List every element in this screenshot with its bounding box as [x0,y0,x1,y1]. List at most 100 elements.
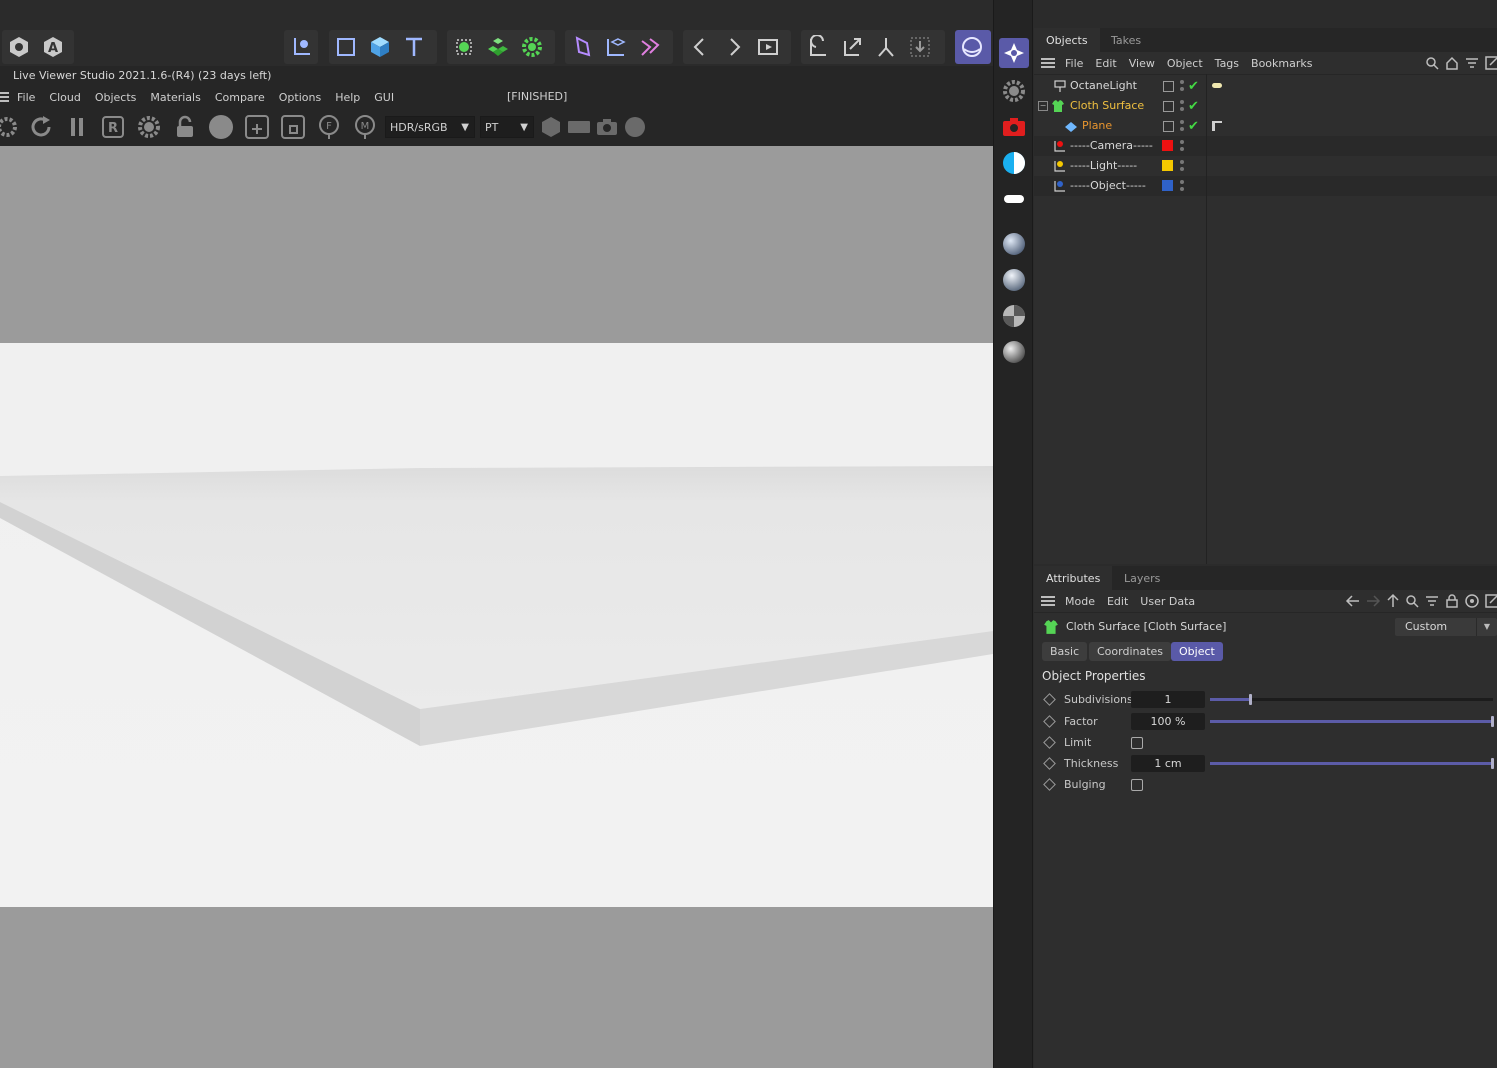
octane-settings-icon[interactable] [999,76,1029,106]
lv-menu-objects[interactable]: Objects [95,91,137,104]
object-row-light-null[interactable]: -----Light----- [1034,156,1497,176]
keyframe-diamond-icon[interactable] [1043,715,1056,728]
menu-icon[interactable] [0,92,9,102]
text-tool-icon[interactable] [397,30,431,64]
edit-icon[interactable] [1163,81,1174,92]
focus-region-icon[interactable] [278,112,308,142]
hex-settings-icon[interactable] [2,30,36,64]
slider-handle[interactable] [1249,694,1252,705]
axis-split-icon[interactable] [869,30,903,64]
mix-material-icon[interactable] [999,301,1029,331]
film-icon[interactable] [564,112,594,142]
diffuse-material-icon[interactable] [999,229,1029,259]
settings-gear-icon[interactable] [0,112,22,142]
collapse-icon[interactable]: − [1038,101,1048,111]
menu-icon[interactable] [1041,58,1055,68]
camera-icon[interactable] [592,112,622,142]
thickness-slider[interactable] [1210,758,1494,769]
scale-axis-icon[interactable] [835,30,869,64]
subtab-coordinates[interactable]: Coordinates [1089,642,1172,661]
restart-render-icon[interactable] [26,112,56,142]
limit-checkbox[interactable] [1131,737,1143,749]
cube-icon[interactable] [363,30,397,64]
null-object-icon[interactable] [329,30,363,64]
deformer-gear-icon[interactable] [515,30,549,64]
obj-menu-object[interactable]: Object [1167,57,1203,70]
field-icon[interactable] [599,30,633,64]
target-icon[interactable] [1465,594,1479,611]
spline-deformer-icon[interactable] [633,30,667,64]
bulging-checkbox[interactable] [1131,779,1143,791]
keyframe-diamond-icon[interactable] [1043,757,1056,770]
lv-menu-cloud[interactable]: Cloud [49,91,80,104]
octane-light-icon[interactable] [999,148,1029,178]
region-render-icon[interactable]: R [98,112,128,142]
lv-menu-gui[interactable]: GUI [374,91,394,104]
filter-icon[interactable] [1465,56,1479,73]
lv-menu-materials[interactable]: Materials [150,91,200,104]
obj-menu-bookmarks[interactable]: Bookmarks [1251,57,1312,70]
material-preview-icon[interactable] [206,112,236,142]
hexagon-icon[interactable] [536,112,566,142]
light-tag-icon[interactable] [1212,83,1222,88]
enabled-check-icon[interactable]: ✔ [1188,117,1199,137]
subtab-object[interactable]: Object [1171,642,1223,661]
obj-menu-view[interactable]: View [1129,57,1155,70]
lv-menu-compare[interactable]: Compare [215,91,265,104]
pause-icon[interactable] [62,112,92,142]
tab-layers[interactable]: Layers [1112,566,1172,590]
bend-deformer-icon[interactable] [565,30,599,64]
glossy-material-icon[interactable] [999,265,1029,295]
lv-menu-help[interactable]: Help [335,91,360,104]
lv-menu-options[interactable]: Options [279,91,321,104]
snap-down-icon[interactable] [903,30,937,64]
add-region-icon[interactable] [242,112,272,142]
filter-icon[interactable] [1425,594,1439,611]
colorspace-select[interactable]: HDR/sRGB ▼ [385,116,475,138]
unlock-icon[interactable] [170,112,200,142]
slider-handle[interactable] [1491,716,1494,727]
render-settings-icon[interactable] [134,112,164,142]
chevron-left-icon[interactable] [683,30,717,64]
hex-a-icon[interactable]: A [36,30,70,64]
render-viewport[interactable] [0,146,993,1068]
obj-menu-file[interactable]: File [1065,57,1083,70]
object-row-camera-null[interactable]: -----Camera----- [1034,136,1497,156]
rotate-axis-icon[interactable] [801,30,835,64]
object-row-object-null[interactable]: -----Object----- [1034,176,1497,196]
tab-takes[interactable]: Takes [1099,28,1153,52]
cloner-icon[interactable] [481,30,515,64]
keyframe-diamond-icon[interactable] [1043,693,1056,706]
tab-objects[interactable]: Objects [1034,28,1100,52]
subdivisions-input[interactable]: 1 [1131,691,1205,708]
lock-icon[interactable] [1445,594,1459,611]
focus-pick-icon[interactable]: F [314,112,344,142]
sphere-icon[interactable] [620,112,650,142]
attr-menu-user-data[interactable]: User Data [1140,595,1195,608]
new-window-icon[interactable] [1485,56,1497,73]
enabled-check-icon[interactable]: ✔ [1188,97,1199,117]
edit-icon[interactable] [1163,101,1174,112]
new-window-icon[interactable] [1485,594,1497,611]
tab-attributes[interactable]: Attributes [1034,566,1113,590]
search-icon[interactable] [1425,56,1439,73]
metal-material-icon[interactable] [999,337,1029,367]
visibility-dots-icon[interactable] [1179,179,1185,200]
lv-menu-file[interactable]: File [17,91,35,104]
keyframe-diamond-icon[interactable] [1043,736,1056,749]
object-row-cloth-surface[interactable]: − Cloth Surface ✔ [1034,96,1497,116]
arrow-left-icon[interactable] [1345,593,1361,612]
menu-icon[interactable] [1041,596,1055,606]
octane-arealight-icon[interactable] [999,184,1029,214]
thickness-input[interactable]: 1 cm [1131,755,1205,772]
enabled-check-icon[interactable]: ✔ [1188,77,1199,97]
octane-logo-icon[interactable] [999,38,1029,68]
search-icon[interactable] [1405,594,1419,611]
sky-dome-icon[interactable] [955,30,989,64]
material-pick-icon[interactable]: M [350,112,380,142]
render-view-icon[interactable] [751,30,785,64]
object-row-plane[interactable]: Plane ✔ [1034,116,1497,136]
subtab-basic[interactable]: Basic [1042,642,1088,661]
arrow-up-icon[interactable] [1385,593,1401,612]
object-row-octanelight[interactable]: OctaneLight ✔ [1034,76,1497,96]
